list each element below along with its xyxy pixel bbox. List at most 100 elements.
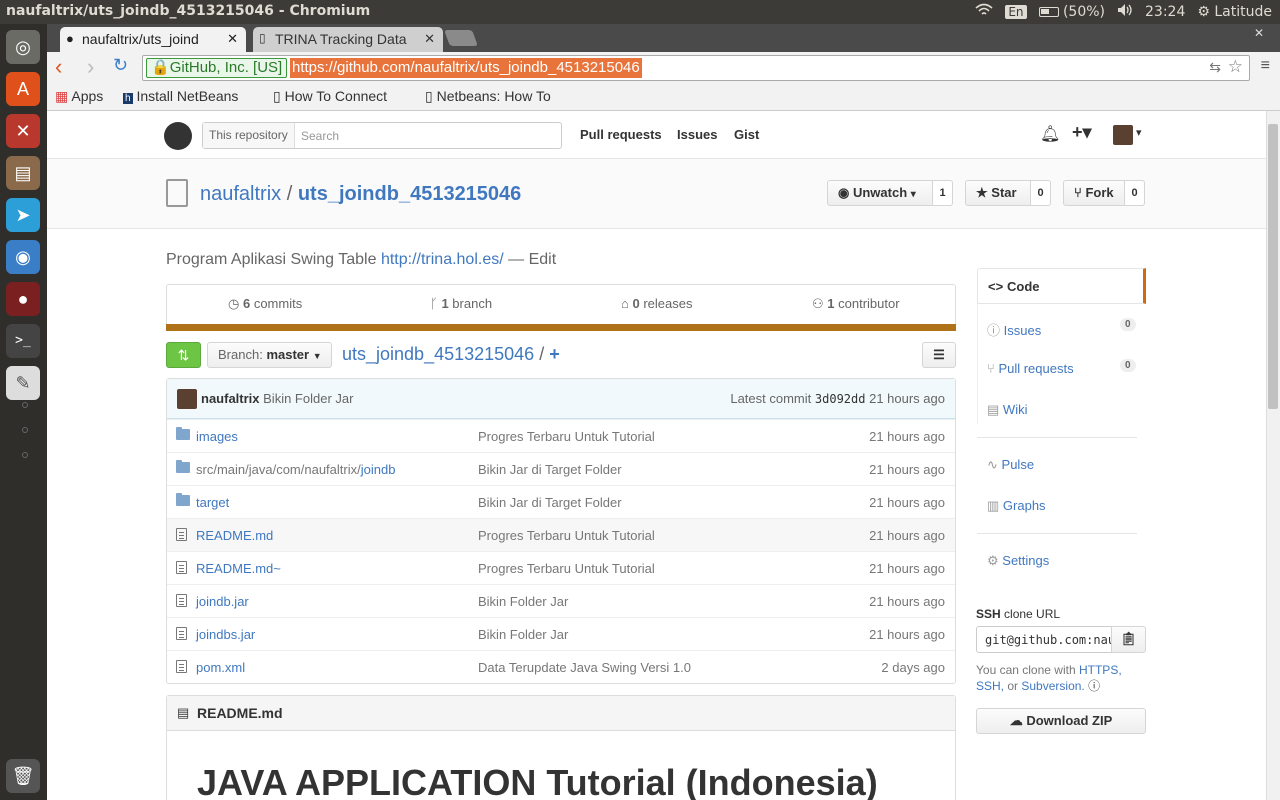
bookmark-how-to-connect[interactable]: ▯ How To Connect — [273, 88, 411, 105]
branch-stat[interactable]: ᚴ 1 branch — [430, 296, 492, 311]
tab-github[interactable]: ● naufaltrix/uts_joind ✕ — [60, 27, 246, 52]
sidebar-item-settings[interactable]: ⚙ Settings — [987, 553, 1049, 569]
contributors-stat[interactable]: ⚇ 1 contributor — [812, 296, 900, 312]
window-close-icon[interactable]: ✕ — [1254, 26, 1264, 40]
omnibox[interactable]: 🔒GitHub, Inc. [US] https://github.com/na… — [142, 55, 1250, 81]
sidebar-item-code[interactable]: <> Code — [977, 268, 1146, 304]
clone-url-input[interactable]: git@github.com:naufaltrix/uts_joindb_451… — [976, 626, 1112, 653]
list-view-button[interactable]: ☰ — [922, 342, 956, 368]
help-icon[interactable]: ⓘ — [1088, 679, 1100, 693]
commit-message-link[interactable]: Bikin Folder Jar — [263, 391, 353, 406]
reload-icon[interactable]: ↻ — [113, 55, 128, 76]
launcher-webcam[interactable]: ● — [6, 282, 40, 316]
star-count[interactable]: 0 — [1031, 180, 1051, 206]
nav-gist[interactable]: Gist — [734, 127, 759, 142]
edit-description-link[interactable]: — Edit — [508, 251, 556, 268]
watch-count[interactable]: 1 — [933, 180, 953, 206]
file-row[interactable]: src/main/java/com/naufaltrix/joindb Bikin… — [167, 452, 955, 485]
file-name-link[interactable]: joindbs.jar — [196, 627, 255, 642]
fork-button[interactable]: ⑂ Fork — [1063, 180, 1125, 206]
translate-icon[interactable]: ⇆ — [1209, 59, 1221, 76]
file-row[interactable]: target Bikin Jar di Target Folder 21 hours… — [167, 485, 955, 518]
launcher-chromium[interactable]: ◉ — [6, 240, 40, 274]
launcher-terminal[interactable]: >_ — [6, 324, 40, 358]
forward-arrow-icon[interactable]: › — [87, 54, 94, 80]
repo-owner-link[interactable]: naufaltrix — [200, 183, 281, 205]
commits-stat[interactable]: ◷ 6 commits — [228, 296, 302, 312]
file-name-link[interactable]: images — [196, 429, 238, 444]
launcher-telegram[interactable]: ➤ — [6, 198, 40, 232]
close-tab-icon[interactable]: ✕ — [424, 31, 435, 47]
subversion-clone-link[interactable]: Subversion. — [1021, 679, 1084, 693]
file-row[interactable]: joindbs.jar Bikin Folder Jar 21 hours ago — [167, 617, 955, 650]
launcher-trash[interactable]: 🗑 — [6, 759, 40, 793]
compare-button[interactable]: ⇅ — [166, 342, 201, 368]
sidebar-item-wiki[interactable]: ▤ Wiki — [987, 402, 1027, 418]
https-clone-link[interactable]: HTTPS, — [1079, 663, 1122, 677]
download-zip-button[interactable]: ☁ Download ZIP — [976, 708, 1146, 734]
copy-to-clipboard-button[interactable]: 📋︎ — [1111, 626, 1146, 653]
avatar[interactable] — [177, 389, 197, 409]
file-commit-message[interactable]: Bikin Folder Jar — [478, 627, 568, 642]
file-row[interactable]: README.md~ Progres Terbaru Untuk Tutorial… — [167, 551, 955, 584]
launcher-text-editor[interactable]: ✎ — [6, 366, 40, 400]
keyboard-layout-indicator[interactable]: En — [1005, 5, 1027, 19]
launcher-files[interactable]: ▤ — [6, 156, 40, 190]
wifi-icon[interactable] — [975, 3, 993, 21]
launcher-dash-button[interactable]: ◎ — [6, 30, 40, 64]
breadcrumb-repo-link[interactable]: uts_joindb_4513215046 — [342, 344, 534, 364]
back-arrow-icon[interactable]: ‹ — [55, 54, 62, 80]
session-menu[interactable]: ⚙ Latitude — [1197, 4, 1272, 20]
bookmark-netbeans-how-to[interactable]: ▯ Netbeans: How To — [425, 88, 561, 105]
plus-dropdown-icon[interactable]: +▾ — [1072, 122, 1092, 143]
sidebar-item-pull-requests[interactable]: ⑂ Pull requests — [987, 361, 1074, 376]
star-bookmark-icon[interactable]: ☆ — [1228, 57, 1243, 77]
nav-issues[interactable]: Issues — [677, 127, 717, 142]
avatar[interactable] — [1113, 125, 1133, 145]
ssh-clone-link[interactable]: SSH, — [976, 679, 1004, 693]
search-input[interactable]: Search — [301, 129, 339, 143]
close-tab-icon[interactable]: ✕ — [227, 31, 238, 47]
commit-author-link[interactable]: naufaltrix — [201, 391, 260, 406]
nav-pull-requests[interactable]: Pull requests — [580, 127, 662, 142]
fork-count[interactable]: 0 — [1125, 180, 1145, 206]
unwatch-button[interactable]: ◉ Unwatch ▾ — [827, 180, 933, 206]
file-commit-message[interactable]: Progres Terbaru Untuk Tutorial — [478, 561, 655, 576]
tab-trina[interactable]: ▯ TRINA Tracking Data ✕ — [253, 27, 443, 52]
website-link[interactable]: http://trina.hol.es/ — [381, 251, 504, 268]
github-octocat-icon[interactable] — [164, 122, 192, 150]
volume-icon[interactable] — [1117, 3, 1133, 21]
new-file-link[interactable]: + — [549, 344, 560, 364]
file-row[interactable]: pom.xml Data Terupdate Java Swing Versi 1… — [167, 650, 955, 683]
file-name-link[interactable]: pom.xml — [196, 660, 245, 675]
commit-sha-link[interactable]: 3d092dd — [815, 392, 866, 406]
releases-stat[interactable]: ⌂ 0 releases — [621, 296, 692, 311]
file-row[interactable]: images Progres Terbaru Untuk Tutorial 21 h… — [167, 419, 955, 452]
file-name-link[interactable]: README.md — [196, 528, 273, 543]
menu-icon[interactable]: ≡ — [1261, 57, 1270, 75]
sidebar-item-pulse[interactable]: ∿ Pulse — [987, 457, 1034, 473]
secure-indicator[interactable]: 🔒GitHub, Inc. [US] — [146, 58, 288, 78]
file-commit-message[interactable]: Progres Terbaru Untuk Tutorial — [478, 429, 655, 444]
language-bar[interactable] — [166, 324, 956, 331]
file-commit-message[interactable]: Bikin Folder Jar — [478, 594, 568, 609]
sidebar-item-issues[interactable]: ⓘ Issues — [987, 320, 1041, 339]
bookmark-install-netbeans[interactable]: h Install NetBeans — [123, 88, 259, 104]
file-row[interactable]: joindb.jar Bikin Folder Jar 21 hours ago — [167, 584, 955, 617]
file-row[interactable]: README.md Progres Terbaru Untuk Tutorial 2… — [167, 518, 955, 551]
file-commit-message[interactable]: Data Terupdate Java Swing Versi 1.0 — [478, 660, 691, 675]
file-commit-message[interactable]: Bikin Jar di Target Folder — [478, 462, 622, 477]
file-name-link[interactable]: target — [196, 495, 229, 510]
sidebar-item-graphs[interactable]: ▥ Graphs — [987, 498, 1046, 514]
bookmark-apps[interactable]: ▦ Apps — [55, 88, 103, 105]
chevron-down-icon[interactable]: ▾ — [1136, 126, 1142, 139]
file-commit-message[interactable]: Bikin Jar di Target Folder — [478, 495, 622, 510]
bell-icon[interactable]: 🔔︎ — [1040, 124, 1060, 144]
file-name-link[interactable]: joindb.jar — [196, 594, 249, 609]
new-tab-button[interactable] — [444, 30, 478, 46]
launcher-settings[interactable]: ✕ — [6, 114, 40, 148]
repo-name-link[interactable]: uts_joindb_4513215046 — [298, 183, 521, 205]
battery-indicator[interactable]: (50%) — [1038, 4, 1105, 20]
file-commit-message[interactable]: Progres Terbaru Untuk Tutorial — [478, 528, 655, 543]
scrollbar-thumb[interactable] — [1268, 124, 1278, 409]
